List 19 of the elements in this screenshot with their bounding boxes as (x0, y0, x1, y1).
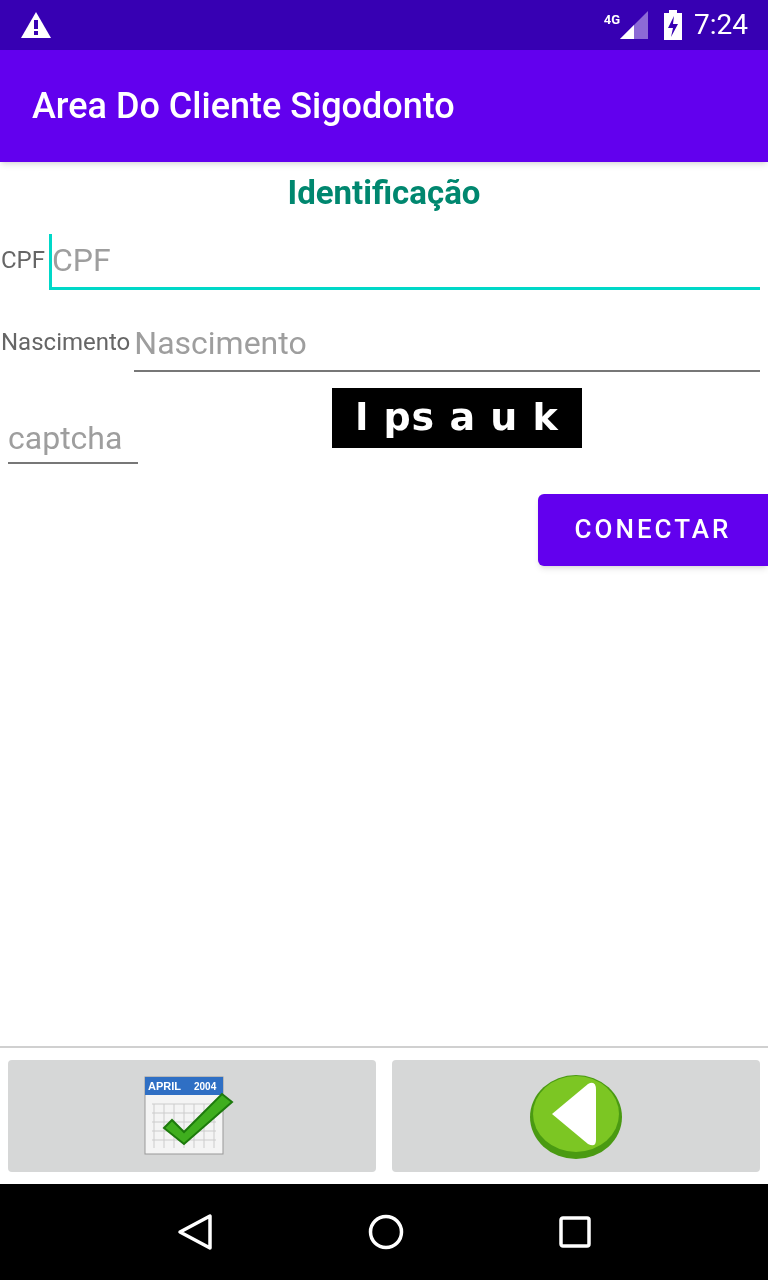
calendar-button[interactable]: APRIL 2004 (8, 1060, 376, 1172)
captcha-image: l ps a u k (332, 387, 582, 448)
back-button[interactable] (392, 1060, 760, 1172)
field-label: Nascimento (1, 326, 131, 358)
recents-icon[interactable] (558, 1216, 591, 1248)
text-field[interactable]: CPF (49, 233, 760, 290)
app-title: Area Do Cliente Sigodonto (32, 84, 455, 129)
warning-icon (20, 11, 52, 39)
clock: 7:24 (694, 7, 748, 43)
home-icon[interactable] (368, 1214, 404, 1250)
connect-button[interactable]: CONECTAR (538, 493, 768, 566)
network-type: 4G (603, 11, 620, 29)
form-heading: Identificação (286, 172, 482, 214)
back-icon[interactable] (177, 1213, 214, 1251)
field-label: CPF (1, 244, 46, 276)
battery-charging-icon (664, 10, 682, 40)
signal-icon (620, 11, 648, 39)
captcha-field[interactable]: captcha (8, 413, 138, 464)
text-field[interactable]: Nascimento (134, 315, 760, 372)
